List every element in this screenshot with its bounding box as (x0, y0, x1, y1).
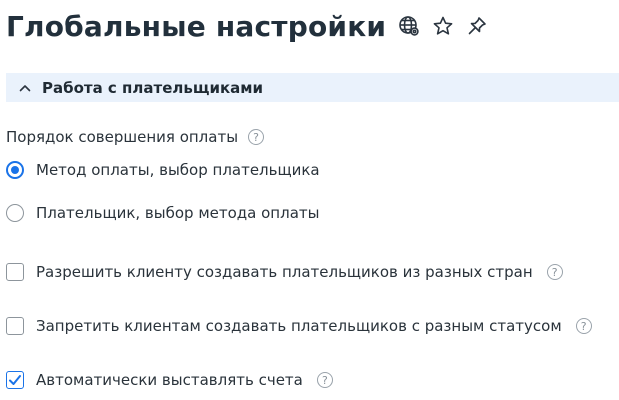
star-icon[interactable] (432, 15, 454, 37)
checkbox-checked[interactable] (6, 371, 24, 389)
page-header: Глобальные настройки (6, 6, 488, 46)
checkbox[interactable] (6, 317, 24, 335)
section-title: Работа с плательщиками (42, 78, 264, 97)
radio-option-label: Плательщик, выбор метода оплаты (36, 204, 320, 222)
help-icon[interactable]: ? (248, 129, 265, 145)
radio-button[interactable] (6, 204, 24, 222)
checkbox-label: Разрешить клиенту создавать плательщиков… (36, 263, 533, 281)
pin-icon[interactable] (466, 15, 488, 37)
payment-order-label-text: Порядок совершения оплаты (6, 128, 239, 146)
checkmark-icon (9, 375, 21, 385)
radio-button-selected[interactable] (6, 161, 24, 179)
help-icon[interactable]: ? (575, 318, 592, 334)
checkbox-label: Автоматически выставлять счета (36, 371, 303, 389)
page-title: Глобальные настройки (6, 9, 387, 43)
globe-settings-icon[interactable] (398, 15, 420, 37)
radio-option-label: Метод оплаты, выбор плательщика (36, 161, 320, 179)
help-icon[interactable]: ? (546, 264, 563, 280)
checkbox[interactable] (6, 263, 24, 281)
radio-option-method-first[interactable]: Метод оплаты, выбор плательщика (6, 158, 320, 182)
payment-order-label: Порядок совершения оплаты ? (6, 126, 265, 148)
chevron-up-icon (18, 81, 32, 95)
radio-option-payer-first[interactable]: Плательщик, выбор метода оплаты (6, 201, 319, 225)
checkbox-auto-invoice[interactable]: Автоматически выставлять счета ? (6, 368, 333, 392)
checkbox-forbid-different-status-payers[interactable]: Запретить клиентам создавать плательщико… (6, 314, 592, 338)
help-icon[interactable]: ? (316, 372, 333, 388)
checkbox-label: Запретить клиентам создавать плательщико… (36, 317, 562, 335)
checkbox-allow-multi-country-payers[interactable]: Разрешить клиенту создавать плательщиков… (6, 260, 563, 284)
section-header-payers[interactable]: Работа с плательщиками (6, 73, 619, 102)
